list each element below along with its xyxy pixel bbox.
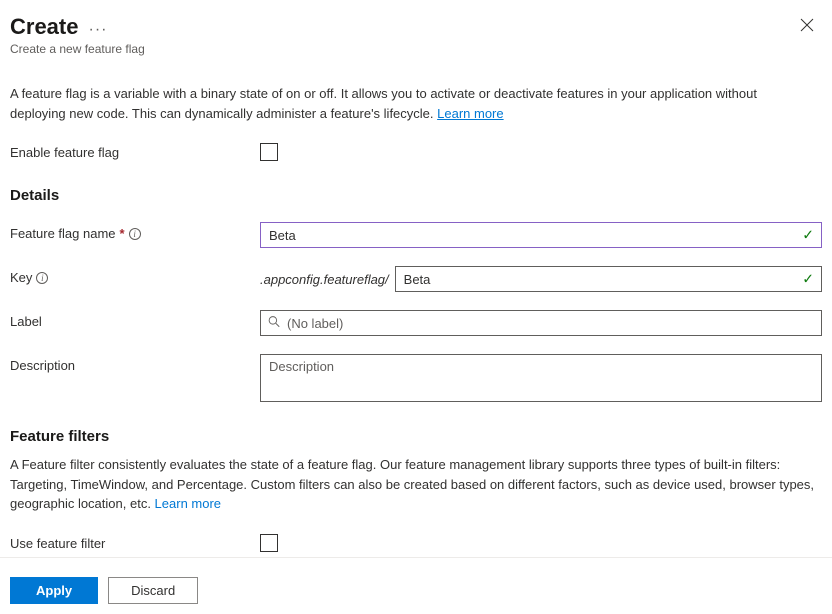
- more-icon[interactable]: ···: [88, 16, 107, 38]
- info-icon[interactable]: i: [129, 228, 141, 240]
- key-label: Key i: [10, 266, 260, 285]
- info-icon[interactable]: i: [36, 272, 48, 284]
- filters-learn-more-link[interactable]: Learn more: [155, 496, 221, 511]
- label-input[interactable]: [260, 310, 822, 336]
- filters-description: A Feature filter consistently evaluates …: [10, 455, 822, 514]
- learn-more-link[interactable]: Learn more: [437, 106, 503, 121]
- filters-heading: Feature filters: [10, 428, 822, 445]
- intro-text: A feature flag is a variable with a bina…: [10, 84, 810, 123]
- enable-flag-label: Enable feature flag: [10, 141, 260, 160]
- close-icon[interactable]: [792, 14, 822, 39]
- key-prefix: .appconfig.featureflag/: [260, 272, 389, 287]
- details-heading: Details: [10, 187, 822, 204]
- key-input[interactable]: [395, 266, 822, 292]
- page-subtitle: Create a new feature flag: [10, 42, 822, 56]
- feature-name-label: Feature flag name * i: [10, 222, 260, 241]
- page-title: Create: [10, 14, 78, 40]
- label-field-label: Label: [10, 310, 260, 329]
- use-filter-label: Use feature filter: [10, 532, 260, 551]
- discard-button[interactable]: Discard: [108, 577, 198, 604]
- feature-name-input[interactable]: [260, 222, 822, 248]
- description-label: Description: [10, 354, 260, 373]
- description-input[interactable]: [260, 354, 822, 402]
- footer-divider: [0, 557, 832, 558]
- apply-button[interactable]: Apply: [10, 577, 98, 604]
- use-filter-checkbox[interactable]: [260, 534, 278, 552]
- enable-flag-checkbox[interactable]: [260, 143, 278, 161]
